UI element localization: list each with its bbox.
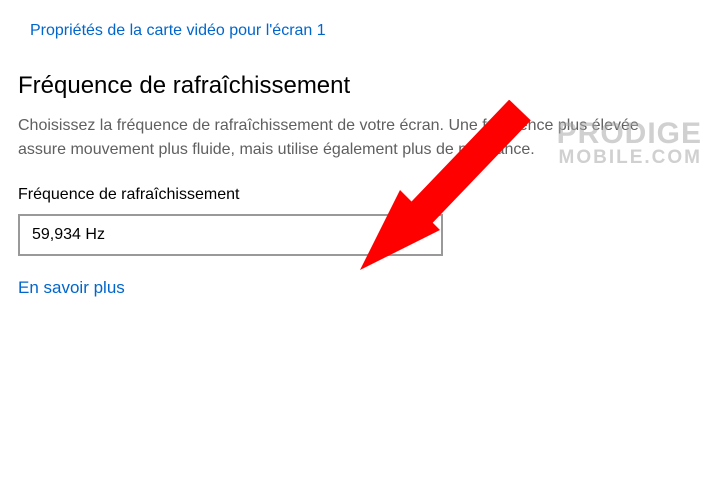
- section-description: Choisissez la fréquence de rafraîchissem…: [18, 114, 678, 162]
- learn-more-link[interactable]: En savoir plus: [18, 278, 125, 298]
- chevron-down-icon: [415, 228, 429, 242]
- refresh-rate-label: Fréquence de rafraîchissement: [18, 186, 684, 204]
- section-title: Fréquence de rafraîchissement: [18, 72, 684, 100]
- display-adapter-properties-link[interactable]: Propriétés de la carte vidéo pour l'écra…: [30, 22, 326, 40]
- refresh-rate-dropdown[interactable]: 59,934 Hz: [18, 214, 443, 256]
- refresh-rate-selected-value: 59,934 Hz: [32, 226, 105, 244]
